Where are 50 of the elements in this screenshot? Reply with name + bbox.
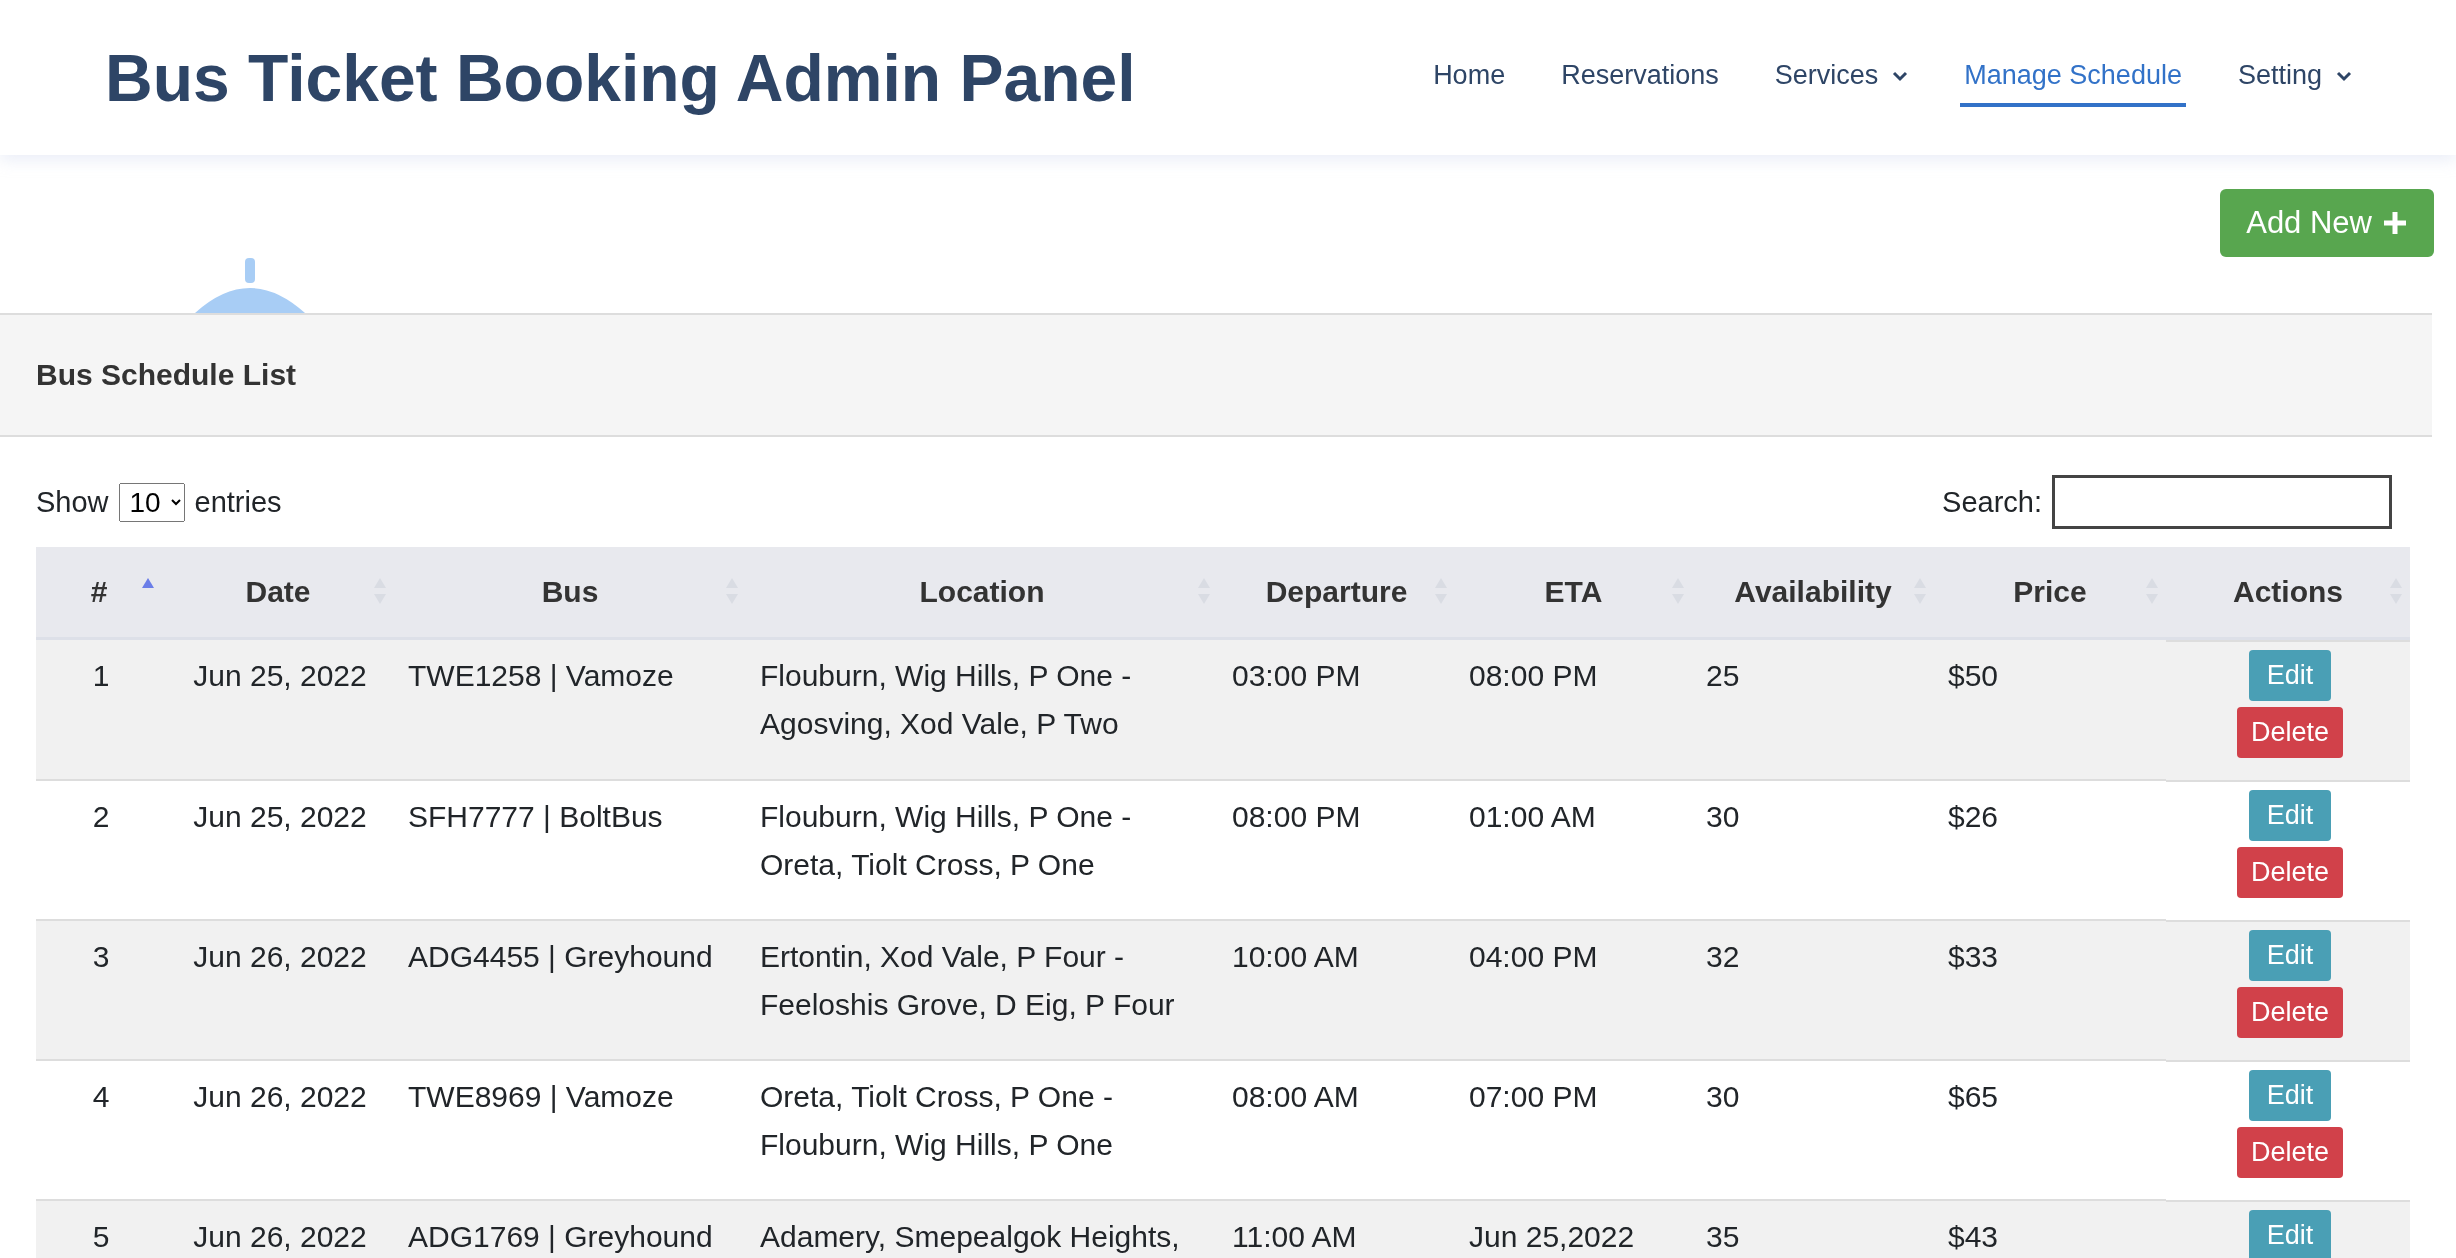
search-field[interactable] <box>2052 475 2392 529</box>
table-cell: 1 <box>36 638 162 780</box>
nav-link[interactable]: Manage Schedule <box>1960 48 2186 107</box>
site-title: Bus Ticket Booking Admin Panel <box>105 39 1136 116</box>
table-cell: 11:00 AM <box>1218 1200 1455 1258</box>
table-cell: ADG4455 | Greyhound <box>394 920 746 1060</box>
table-cell: 3 <box>36 920 162 1060</box>
delete-button[interactable]: Delete <box>2236 987 2343 1038</box>
nav-link[interactable]: Services <box>1770 48 1913 107</box>
nav-link[interactable]: Setting <box>2233 48 2356 107</box>
table-cell: 08:00 PM <box>1455 638 1692 780</box>
delete-button[interactable]: Delete <box>2236 847 2343 898</box>
table-cell: ADG1769 | Greyhound <box>394 1200 746 1258</box>
show-label: Show <box>36 485 109 519</box>
nav-link[interactable]: Home <box>1429 48 1510 107</box>
delete-button[interactable]: Delete <box>2236 1127 2343 1178</box>
column-header[interactable]: ETA <box>1455 547 1692 639</box>
column-header[interactable]: Departure <box>1218 547 1455 639</box>
column-header[interactable]: # <box>36 547 162 639</box>
table-cell: Jun 26, 2022 <box>162 920 394 1060</box>
table-cell: Ertontin, Xod Vale, P Four - Feeloshis Grove, D Eig, P Four <box>746 920 1218 1060</box>
table-cell: $33 <box>1934 920 2166 1060</box>
table-cell: 32 <box>1692 920 1934 1060</box>
column-header[interactable]: Location <box>746 547 1218 639</box>
column-header[interactable]: Price <box>1934 547 2166 639</box>
table-cell: Jun 25,2022 <box>1455 1200 1692 1258</box>
table-cell: $43 <box>1934 1200 2166 1258</box>
panel-title: Bus Schedule List <box>36 358 297 392</box>
table-cell: 35 <box>1692 1200 1934 1258</box>
table-cell: Jun 26, 2022 <box>162 1200 394 1258</box>
table-cell: 10:00 AM <box>1218 920 1455 1060</box>
column-header[interactable]: Bus <box>394 547 746 639</box>
column-header[interactable]: Availability <box>1692 547 1934 639</box>
table-cell: Flouburn, Wig Hills, P One - Agosving, Xod Vale, P Two <box>746 638 1218 780</box>
column-header[interactable]: Actions <box>2166 547 2410 639</box>
table-cell: Jun 25, 2022 <box>162 638 394 780</box>
nav-link[interactable]: Reservations <box>1557 48 1723 107</box>
table-cell: Adamery, Smepealgok Heights, <box>746 1200 1218 1258</box>
entries-select[interactable]: 10 <box>118 482 185 522</box>
delete-button[interactable]: Delete <box>2236 707 2343 758</box>
table-cell: 5 <box>36 1200 162 1258</box>
table-cell: 03:00 PM <box>1218 638 1455 780</box>
plus-icon <box>2382 210 2408 236</box>
table-cell: TWE1258 | Vamoze <box>394 638 746 780</box>
entries-label: entries <box>194 485 282 519</box>
table-cell: 25 <box>1692 638 1934 780</box>
table-cell: 04:00 PM <box>1455 920 1692 1060</box>
table-cell: $50 <box>1934 638 2166 780</box>
column-header[interactable]: Date <box>162 547 394 639</box>
search-label: Search: <box>1942 485 2042 519</box>
